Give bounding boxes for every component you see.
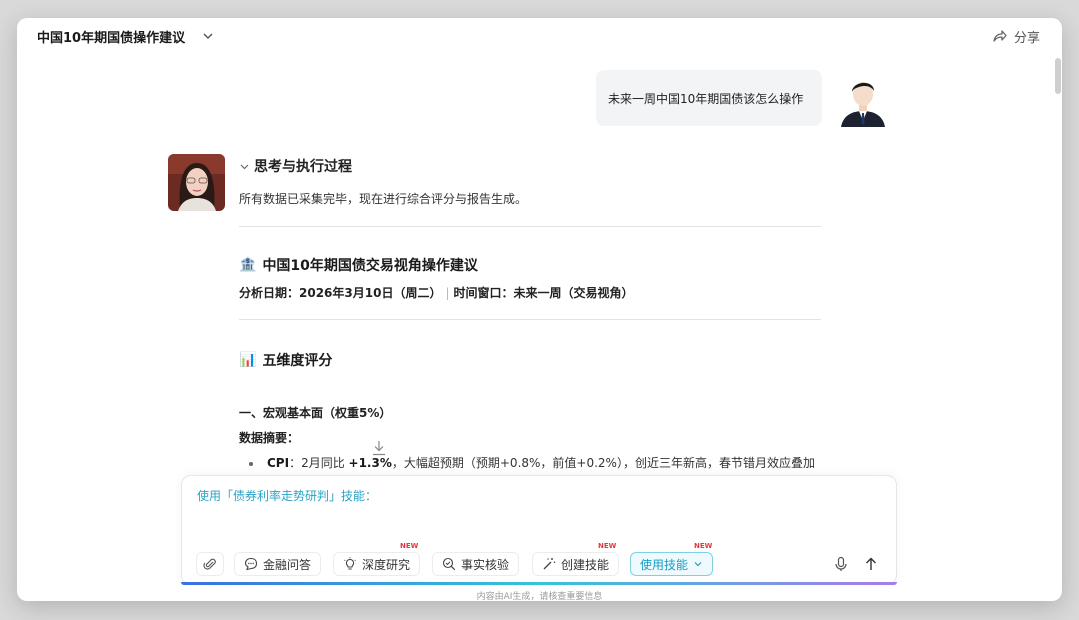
thinking-toggle[interactable]: 思考与执行过程 (239, 156, 352, 176)
user-message-text: 未来一周中国10年期国债该怎么操作 (608, 91, 804, 106)
thinking-text: 所有数据已采集完毕，现在进行综合评分与报告生成。 (239, 192, 528, 206)
macro-heading: 一、宏观基本面（权重5%） (239, 406, 392, 420)
divider (239, 226, 821, 227)
search-check-icon (442, 557, 456, 571)
dimension-title-text: 五维度评分 (262, 353, 333, 369)
bar-chart-icon: 📊 (239, 352, 257, 368)
user-message-bubble: 未来一周中国10年期国债该怎么操作 (596, 70, 822, 126)
time-window: 时间窗口：未来一周（交易视角） (453, 286, 634, 300)
create-skill-label: 创建技能 (561, 557, 610, 572)
top-bar: 中国10年期国债操作建议 分享 (17, 18, 1062, 54)
attach-button[interactable] (196, 552, 224, 576)
finance-qa-label: 金融问答 (263, 557, 312, 572)
lightbulb-icon (344, 557, 356, 570)
share-button[interactable]: 分享 (992, 26, 1040, 46)
chevron-down-icon (694, 562, 702, 567)
message-composer[interactable]: 使用「债券利率走势研判」技能： 金融问答 NEW 深度研究 事实核验 NEW 创… (181, 475, 897, 585)
finance-qa-button[interactable]: 金融问答 (234, 552, 322, 576)
composer-input[interactable]: 使用「债券利率走势研判」技能： (197, 487, 377, 504)
dimension-heading: 📊 五维度评分 (239, 350, 332, 370)
assistant-avatar (168, 154, 225, 211)
chevron-down-icon (240, 164, 249, 169)
report-meta: 分析日期：2026年3月10日（周二） | 时间窗口：未来一周（交易视角） (239, 284, 634, 301)
conversation-title[interactable]: 中国10年期国债操作建议 (37, 27, 185, 46)
paperclip-icon (203, 558, 216, 570)
use-skill-dropdown[interactable]: NEW 使用技能 (630, 542, 714, 576)
bullet-dot (249, 461, 253, 466)
thinking-title: 思考与执行过程 (254, 159, 352, 175)
deep-research-label: 深度研究 (362, 557, 411, 572)
download-icon[interactable] (372, 440, 386, 456)
divider (239, 319, 821, 320)
composer-accent-bar (181, 582, 897, 585)
chat-bubble-icon (244, 557, 258, 571)
share-icon (993, 30, 1007, 42)
fact-check-label: 事实核验 (461, 557, 510, 572)
magic-wand-icon (543, 558, 556, 570)
app-window: 中国10年期国债操作建议 分享 未来一周中国10年期国债该怎么操作 思考与执行过… (17, 18, 1062, 601)
send-arrow-icon[interactable] (863, 556, 879, 572)
cpi-value: +1.3% (348, 456, 392, 470)
meta-separator: | (445, 286, 450, 300)
create-skill-button[interactable]: NEW 创建技能 (532, 542, 620, 576)
summary-heading: 数据摘要： (239, 431, 300, 445)
list-item: CPI：2月同比 +1.3%，大幅超预期（预期+0.8%，前值+0.2%），创近… (249, 454, 815, 471)
new-badge: NEW (598, 542, 617, 550)
ai-disclaimer: 内容由AI生成，请核查重要信息 (476, 592, 603, 601)
microphone-icon[interactable] (833, 556, 849, 572)
bank-icon: 🏦 (239, 257, 257, 273)
use-skill-label: 使用技能 (640, 557, 689, 572)
cpi-label: CPI (267, 456, 290, 470)
new-badge: NEW (694, 542, 713, 550)
report-title: 🏦 中国10年期国债交易视角操作建议 (239, 255, 478, 275)
scrollbar-thumb[interactable] (1055, 58, 1061, 94)
cpi-text-b: ，大幅超预期（预期+0.8%，前值+0.2%），创近三年新高，春节错月效应叠加 (391, 456, 815, 470)
report-title-text: 中国10年期国债交易视角操作建议 (262, 258, 478, 274)
chevron-down-icon[interactable] (201, 29, 215, 43)
cpi-text-a: ：2月同比 (289, 456, 349, 470)
analysis-date: 分析日期：2026年3月10日（周二） (239, 286, 442, 300)
fact-check-button[interactable]: 事实核验 (432, 552, 520, 576)
new-badge: NEW (400, 542, 419, 550)
user-avatar (841, 82, 885, 127)
share-label: 分享 (1014, 30, 1041, 46)
deep-research-button[interactable]: NEW 深度研究 (333, 542, 421, 576)
